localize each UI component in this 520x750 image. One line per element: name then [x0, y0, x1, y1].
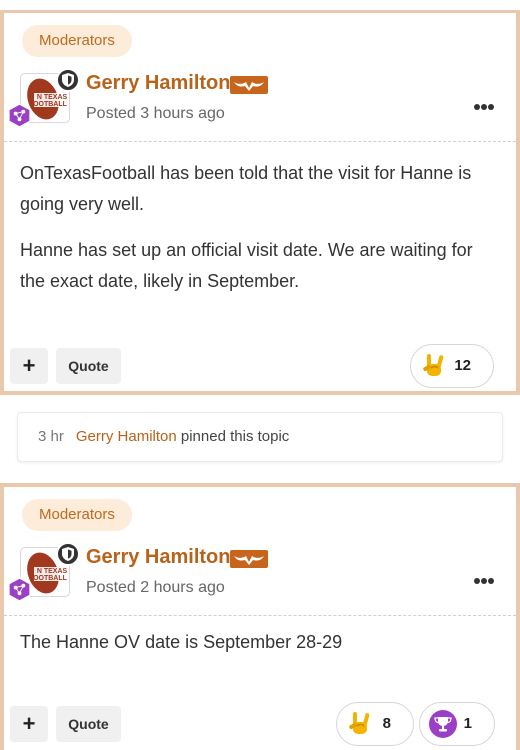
svg-text:N TEXAS: N TEXAS [37, 94, 68, 101]
horns-hand-icon [349, 712, 370, 734]
post-timestamp: Posted 2 hours ago [86, 579, 225, 596]
divider [4, 141, 516, 142]
horns-hand-icon [423, 354, 444, 376]
svg-text:OOTBALL: OOTBALL [33, 101, 68, 108]
group-badge[interactable]: Moderators [22, 25, 132, 57]
rank-badge-icon [8, 577, 31, 602]
svg-text:N TEXAS: N TEXAS [37, 568, 68, 575]
svg-text:OOTBALL: OOTBALL [33, 575, 68, 582]
trophy-icon [429, 710, 457, 738]
post-content: The Hanne OV date is September 28-29 [20, 627, 502, 673]
post-body: Moderators N TEXAS OOTBALL Gerry Hamilto… [4, 487, 516, 750]
longhorn-flair-icon [230, 550, 268, 568]
post-paragraph: The Hanne OV date is September 28-29 [20, 632, 343, 652]
reaction-count: 8 [382, 715, 391, 732]
moderator-shield-icon [56, 68, 80, 92]
post-menu-button[interactable] [474, 571, 498, 584]
moderator-shield-icon [56, 542, 80, 566]
author-name-link[interactable]: Gerry Hamilton [86, 72, 230, 95]
post-paragraph: OnTexasFootball has been told that the v… [20, 163, 472, 214]
rank-badge-icon [8, 103, 31, 128]
post-card: Moderators N TEXAS OOTBALL Gerry Hamilto… [0, 483, 520, 750]
multiquote-plus-button[interactable]: + [10, 706, 48, 742]
activity-item: 3 hr Gerry Hamilton pinned this topic [17, 412, 503, 462]
quote-button[interactable]: Quote [56, 706, 121, 742]
reaction-horns[interactable]: 12 [410, 344, 494, 388]
longhorn-flair-icon [230, 76, 268, 94]
activity-time: 3 hr [38, 428, 64, 445]
reaction-count: 12 [454, 357, 471, 374]
activity-action: pinned this topic [176, 428, 290, 445]
author-name-link[interactable]: Gerry Hamilton [86, 546, 230, 569]
multiquote-plus-button[interactable]: + [10, 348, 48, 384]
divider [4, 615, 516, 616]
post-menu-button[interactable] [474, 97, 498, 110]
post-timestamp: Posted 3 hours ago [86, 105, 225, 122]
post-content: OnTexasFootball has been told that the v… [20, 158, 502, 312]
activity-user-link[interactable]: Gerry Hamilton [76, 428, 177, 445]
reaction-horns[interactable]: 8 [336, 702, 414, 746]
reaction-trophy[interactable]: 1 [419, 702, 495, 746]
quote-button[interactable]: Quote [56, 348, 121, 384]
reaction-count: 1 [463, 715, 472, 732]
group-badge[interactable]: Moderators [22, 499, 132, 531]
post-card: Moderators N TEXAS OOTBALL Gerry Hamilto… [0, 10, 520, 395]
post-paragraph: Hanne has set up an official visit date.… [20, 240, 473, 291]
post-body: Moderators N TEXAS OOTBALL Gerry Hamilto… [4, 13, 516, 391]
